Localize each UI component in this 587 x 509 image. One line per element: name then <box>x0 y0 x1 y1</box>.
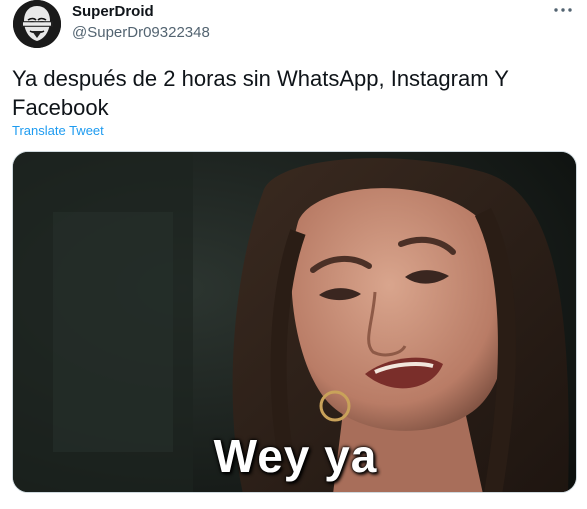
author-name[interactable]: SuperDroid <box>72 3 154 20</box>
more-button[interactable] <box>551 0 575 20</box>
tweet-card[interactable]: SuperDroid @SuperDr09322348 Ya después d… <box>0 0 587 509</box>
tweet-text: Ya después de 2 horas sin WhatsApp, Inst… <box>12 66 509 120</box>
anonymous-mask-icon <box>13 0 61 48</box>
more-dots-icon <box>554 8 572 12</box>
author-handle[interactable]: @SuperDr09322348 <box>72 24 210 41</box>
tweet-media[interactable]: Wey ya <box>12 151 577 493</box>
translate-tweet-link[interactable]: Translate Tweet <box>12 123 104 138</box>
meme-caption: Wey ya <box>213 430 378 482</box>
avatar[interactable] <box>13 0 61 48</box>
